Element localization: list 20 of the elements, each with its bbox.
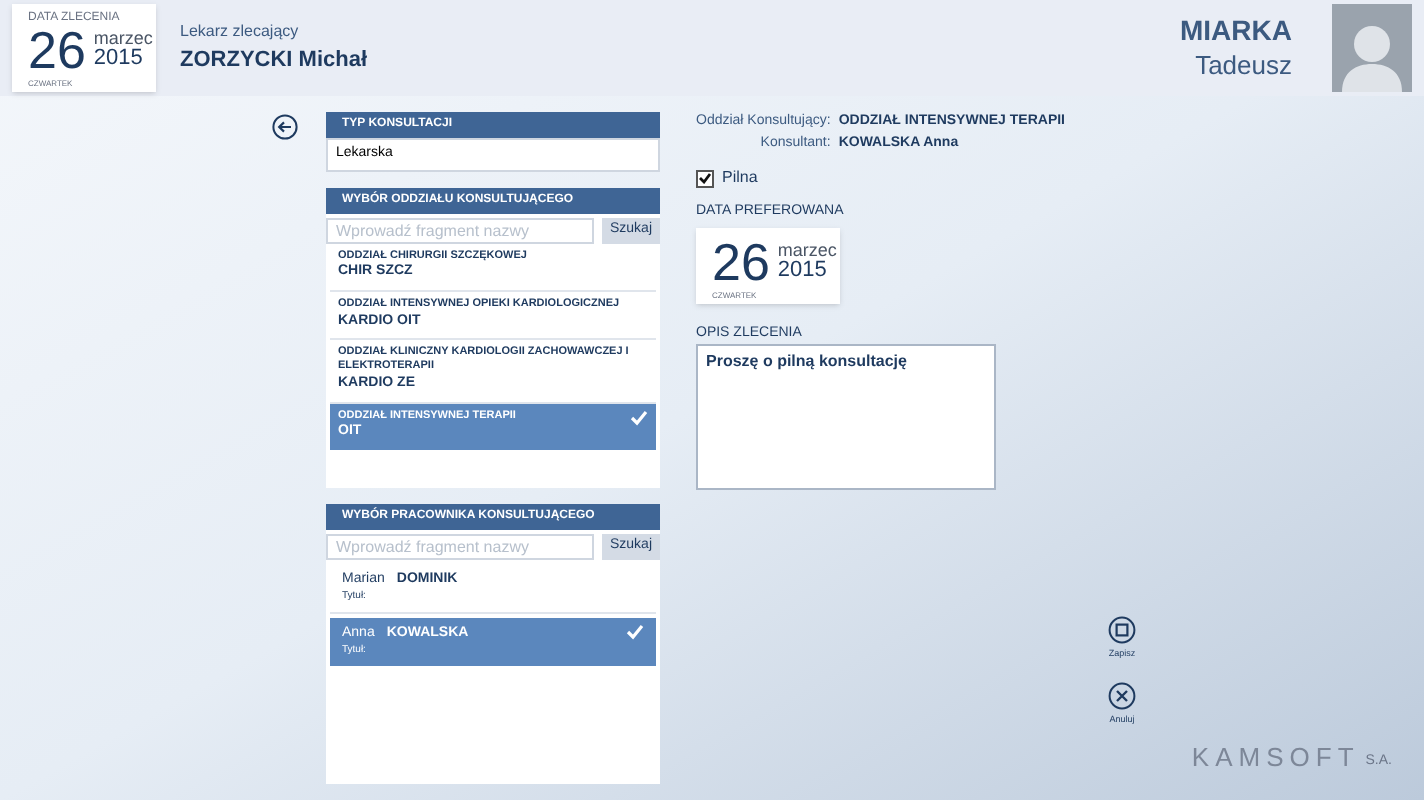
patient-first-name: Tadeusz xyxy=(1195,49,1292,82)
search-field[interactable]: Wprowadź fragment nazwy xyxy=(326,533,594,559)
avatar-placeholder xyxy=(1332,4,1412,92)
brand-logo: KAMSOFT xyxy=(1191,739,1360,775)
save-icon xyxy=(1108,616,1136,644)
date-month: marzec xyxy=(777,241,837,259)
date-day: 26 xyxy=(28,24,86,76)
description-field[interactable]: Proszę o pilną konsultację xyxy=(696,344,996,490)
doctor-name: ZORZYCKI Michał xyxy=(180,45,368,76)
date-month: marzec xyxy=(93,30,153,48)
urgent-label: Pilna xyxy=(722,166,758,190)
date-year: 2015 xyxy=(93,48,145,70)
urgent-checkbox[interactable] xyxy=(696,169,714,187)
date-day: 26 xyxy=(712,235,770,287)
doctor-label: Lekarz zlecający xyxy=(180,19,301,44)
patient-surname: MIARKA xyxy=(1180,14,1292,50)
close-icon xyxy=(1108,681,1136,710)
date-year: 2015 xyxy=(777,259,829,281)
back-arrow-icon[interactable] xyxy=(272,114,298,140)
search-field[interactable]: Wprowadź fragment nazwy xyxy=(326,217,594,243)
